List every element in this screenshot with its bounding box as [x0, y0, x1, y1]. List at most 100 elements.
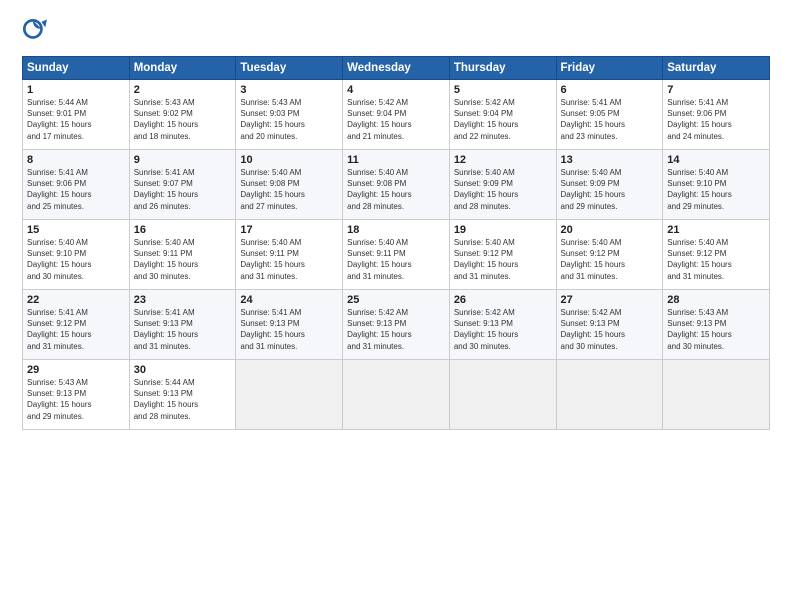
day-number: 23	[134, 294, 232, 306]
day-number: 14	[667, 154, 765, 166]
table-row: 24Sunrise: 5:41 AMSunset: 9:13 PMDayligh…	[236, 290, 343, 360]
day-info: Sunrise: 5:40 AMSunset: 9:10 PMDaylight:…	[667, 167, 765, 212]
table-row: 6Sunrise: 5:41 AMSunset: 9:05 PMDaylight…	[556, 80, 663, 150]
day-number: 21	[667, 224, 765, 236]
day-number: 16	[134, 224, 232, 236]
day-number: 9	[134, 154, 232, 166]
day-number: 20	[561, 224, 659, 236]
table-row: 28Sunrise: 5:43 AMSunset: 9:13 PMDayligh…	[663, 290, 770, 360]
day-info: Sunrise: 5:40 AMSunset: 9:10 PMDaylight:…	[27, 237, 125, 282]
day-info: Sunrise: 5:42 AMSunset: 9:04 PMDaylight:…	[454, 97, 552, 142]
day-number: 2	[134, 84, 232, 96]
day-info: Sunrise: 5:42 AMSunset: 9:13 PMDaylight:…	[347, 307, 445, 352]
table-row	[663, 360, 770, 430]
table-row: 30Sunrise: 5:44 AMSunset: 9:13 PMDayligh…	[129, 360, 236, 430]
day-number: 11	[347, 154, 445, 166]
table-row: 26Sunrise: 5:42 AMSunset: 9:13 PMDayligh…	[449, 290, 556, 360]
table-row: 16Sunrise: 5:40 AMSunset: 9:11 PMDayligh…	[129, 220, 236, 290]
day-info: Sunrise: 5:40 AMSunset: 9:12 PMDaylight:…	[667, 237, 765, 282]
calendar-week-0: 1Sunrise: 5:44 AMSunset: 9:01 PMDaylight…	[23, 80, 770, 150]
table-row: 27Sunrise: 5:42 AMSunset: 9:13 PMDayligh…	[556, 290, 663, 360]
table-row: 19Sunrise: 5:40 AMSunset: 9:12 PMDayligh…	[449, 220, 556, 290]
day-info: Sunrise: 5:42 AMSunset: 9:13 PMDaylight:…	[561, 307, 659, 352]
day-number: 5	[454, 84, 552, 96]
table-row: 13Sunrise: 5:40 AMSunset: 9:09 PMDayligh…	[556, 150, 663, 220]
day-number: 18	[347, 224, 445, 236]
day-info: Sunrise: 5:41 AMSunset: 9:13 PMDaylight:…	[134, 307, 232, 352]
day-info: Sunrise: 5:44 AMSunset: 9:01 PMDaylight:…	[27, 97, 125, 142]
header-row: Sunday Monday Tuesday Wednesday Thursday…	[23, 57, 770, 80]
day-number: 29	[27, 364, 125, 376]
table-row: 21Sunrise: 5:40 AMSunset: 9:12 PMDayligh…	[663, 220, 770, 290]
table-row: 9Sunrise: 5:41 AMSunset: 9:07 PMDaylight…	[129, 150, 236, 220]
day-number: 6	[561, 84, 659, 96]
col-tuesday: Tuesday	[236, 57, 343, 80]
day-info: Sunrise: 5:40 AMSunset: 9:12 PMDaylight:…	[561, 237, 659, 282]
table-row: 5Sunrise: 5:42 AMSunset: 9:04 PMDaylight…	[449, 80, 556, 150]
col-friday: Friday	[556, 57, 663, 80]
day-number: 4	[347, 84, 445, 96]
day-info: Sunrise: 5:43 AMSunset: 9:13 PMDaylight:…	[27, 377, 125, 422]
day-info: Sunrise: 5:40 AMSunset: 9:11 PMDaylight:…	[240, 237, 338, 282]
day-info: Sunrise: 5:40 AMSunset: 9:08 PMDaylight:…	[347, 167, 445, 212]
table-row: 4Sunrise: 5:42 AMSunset: 9:04 PMDaylight…	[343, 80, 450, 150]
day-number: 1	[27, 84, 125, 96]
day-info: Sunrise: 5:40 AMSunset: 9:09 PMDaylight:…	[454, 167, 552, 212]
logo	[22, 18, 54, 46]
calendar-week-4: 29Sunrise: 5:43 AMSunset: 9:13 PMDayligh…	[23, 360, 770, 430]
table-row: 1Sunrise: 5:44 AMSunset: 9:01 PMDaylight…	[23, 80, 130, 150]
table-row	[236, 360, 343, 430]
calendar-week-1: 8Sunrise: 5:41 AMSunset: 9:06 PMDaylight…	[23, 150, 770, 220]
table-row	[343, 360, 450, 430]
day-info: Sunrise: 5:42 AMSunset: 9:04 PMDaylight:…	[347, 97, 445, 142]
header	[22, 18, 770, 46]
day-info: Sunrise: 5:40 AMSunset: 9:11 PMDaylight:…	[134, 237, 232, 282]
logo-icon	[22, 18, 50, 46]
page: Sunday Monday Tuesday Wednesday Thursday…	[0, 0, 792, 612]
table-row: 10Sunrise: 5:40 AMSunset: 9:08 PMDayligh…	[236, 150, 343, 220]
table-row: 23Sunrise: 5:41 AMSunset: 9:13 PMDayligh…	[129, 290, 236, 360]
day-number: 28	[667, 294, 765, 306]
table-row: 17Sunrise: 5:40 AMSunset: 9:11 PMDayligh…	[236, 220, 343, 290]
day-info: Sunrise: 5:40 AMSunset: 9:09 PMDaylight:…	[561, 167, 659, 212]
day-info: Sunrise: 5:43 AMSunset: 9:13 PMDaylight:…	[667, 307, 765, 352]
calendar-week-3: 22Sunrise: 5:41 AMSunset: 9:12 PMDayligh…	[23, 290, 770, 360]
day-info: Sunrise: 5:41 AMSunset: 9:06 PMDaylight:…	[27, 167, 125, 212]
day-number: 7	[667, 84, 765, 96]
day-number: 8	[27, 154, 125, 166]
day-info: Sunrise: 5:41 AMSunset: 9:07 PMDaylight:…	[134, 167, 232, 212]
day-info: Sunrise: 5:43 AMSunset: 9:03 PMDaylight:…	[240, 97, 338, 142]
table-row: 15Sunrise: 5:40 AMSunset: 9:10 PMDayligh…	[23, 220, 130, 290]
day-info: Sunrise: 5:40 AMSunset: 9:12 PMDaylight:…	[454, 237, 552, 282]
calendar-week-2: 15Sunrise: 5:40 AMSunset: 9:10 PMDayligh…	[23, 220, 770, 290]
day-number: 3	[240, 84, 338, 96]
day-info: Sunrise: 5:41 AMSunset: 9:12 PMDaylight:…	[27, 307, 125, 352]
table-row: 20Sunrise: 5:40 AMSunset: 9:12 PMDayligh…	[556, 220, 663, 290]
table-row: 25Sunrise: 5:42 AMSunset: 9:13 PMDayligh…	[343, 290, 450, 360]
table-row: 18Sunrise: 5:40 AMSunset: 9:11 PMDayligh…	[343, 220, 450, 290]
day-number: 22	[27, 294, 125, 306]
table-row: 7Sunrise: 5:41 AMSunset: 9:06 PMDaylight…	[663, 80, 770, 150]
day-number: 25	[347, 294, 445, 306]
table-row	[556, 360, 663, 430]
table-row: 14Sunrise: 5:40 AMSunset: 9:10 PMDayligh…	[663, 150, 770, 220]
day-info: Sunrise: 5:41 AMSunset: 9:05 PMDaylight:…	[561, 97, 659, 142]
table-row: 29Sunrise: 5:43 AMSunset: 9:13 PMDayligh…	[23, 360, 130, 430]
col-thursday: Thursday	[449, 57, 556, 80]
col-wednesday: Wednesday	[343, 57, 450, 80]
col-monday: Monday	[129, 57, 236, 80]
day-number: 26	[454, 294, 552, 306]
col-saturday: Saturday	[663, 57, 770, 80]
table-row: 12Sunrise: 5:40 AMSunset: 9:09 PMDayligh…	[449, 150, 556, 220]
day-number: 13	[561, 154, 659, 166]
day-info: Sunrise: 5:42 AMSunset: 9:13 PMDaylight:…	[454, 307, 552, 352]
day-info: Sunrise: 5:40 AMSunset: 9:08 PMDaylight:…	[240, 167, 338, 212]
day-info: Sunrise: 5:43 AMSunset: 9:02 PMDaylight:…	[134, 97, 232, 142]
table-row: 8Sunrise: 5:41 AMSunset: 9:06 PMDaylight…	[23, 150, 130, 220]
day-info: Sunrise: 5:40 AMSunset: 9:11 PMDaylight:…	[347, 237, 445, 282]
calendar-table: Sunday Monday Tuesday Wednesday Thursday…	[22, 56, 770, 430]
day-number: 19	[454, 224, 552, 236]
col-sunday: Sunday	[23, 57, 130, 80]
day-number: 30	[134, 364, 232, 376]
day-info: Sunrise: 5:41 AMSunset: 9:13 PMDaylight:…	[240, 307, 338, 352]
